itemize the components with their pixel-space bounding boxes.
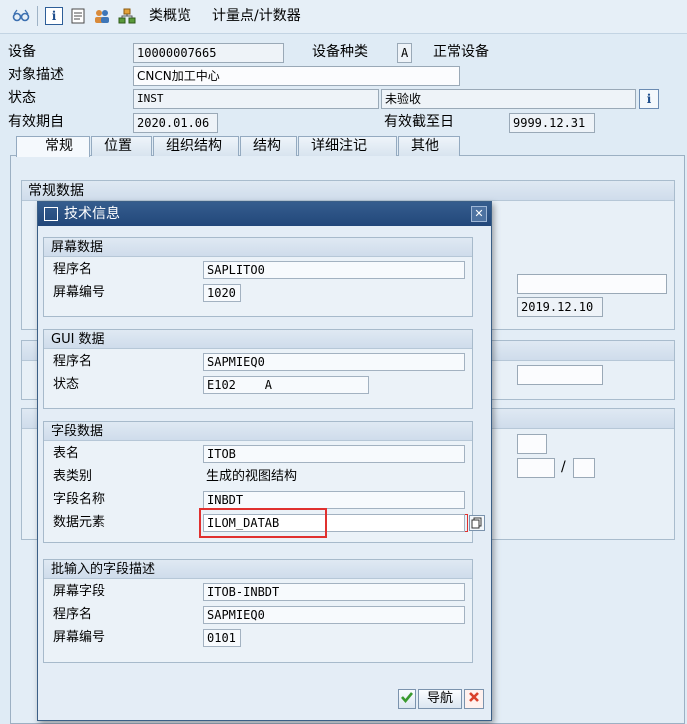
ok-button[interactable] bbox=[398, 689, 416, 709]
bg-date-field[interactable]: 2019.12.10 bbox=[517, 297, 603, 317]
bg-field-1[interactable] bbox=[517, 274, 667, 294]
screen-data-title: 屏幕数据 bbox=[44, 238, 472, 257]
valid-from-field[interactable]: 2020.01.06 bbox=[133, 113, 218, 133]
valid-from-label: 有效期自 bbox=[8, 114, 64, 130]
tab-general[interactable]: 常规 bbox=[16, 136, 90, 157]
description-label: 对象描述 bbox=[8, 67, 64, 83]
close-icon[interactable]: ✕ bbox=[471, 206, 487, 222]
navigate-label: 导航 bbox=[426, 691, 453, 706]
table-name-field[interactable]: ITOB bbox=[203, 445, 465, 463]
dialog-window-icon bbox=[44, 207, 58, 221]
dialog-title-bar[interactable]: 技术信息 ✕ bbox=[38, 202, 491, 226]
status-text-field[interactable]: 未验收 bbox=[381, 89, 636, 109]
screen-program-field[interactable]: SAPLITO0 bbox=[203, 261, 465, 279]
screen-number-label: 屏幕编号 bbox=[53, 285, 106, 300]
category-field[interactable]: A bbox=[397, 43, 412, 63]
description-field[interactable]: CNCN加工中心 bbox=[133, 66, 460, 86]
gui-program-field[interactable]: SAPMIEQ0 bbox=[203, 353, 465, 371]
technical-info-dialog: 技术信息 ✕ 屏幕数据 程序名 SAPLITO0 屏幕编号 1020 GUI 数… bbox=[37, 201, 492, 721]
field-data-group: 字段数据 表名 ITOB 表类别 生成的视图结构 字段名称 INBDT 数据元素… bbox=[43, 421, 485, 543]
gui-program-label: 程序名 bbox=[53, 354, 93, 369]
navigate-button[interactable]: 导航 bbox=[418, 689, 462, 709]
bg-field-2[interactable] bbox=[517, 365, 603, 385]
gui-data-group: GUI 数据 程序名 SAPMIEQ0 状态 E102 A bbox=[43, 329, 473, 409]
status-label: 状态 bbox=[8, 90, 36, 106]
table-name-label: 表名 bbox=[53, 446, 80, 461]
tab-other[interactable]: 其他 bbox=[398, 136, 460, 156]
valid-to-field[interactable]: 9999.12.31 bbox=[509, 113, 595, 133]
highlight-box bbox=[199, 508, 327, 538]
bg-slash: / bbox=[561, 459, 566, 475]
bg-field-3[interactable] bbox=[517, 434, 547, 454]
copy-icon[interactable] bbox=[469, 515, 485, 531]
category-label: 设备种类 bbox=[312, 44, 368, 60]
application-toolbar: i 类概览 计量点/计数器 bbox=[0, 0, 687, 34]
screen-number-field[interactable]: 1020 bbox=[203, 284, 241, 302]
tab-location[interactable]: 位置 bbox=[91, 136, 152, 156]
gui-status-field[interactable]: E102 A bbox=[203, 376, 369, 394]
users-icon[interactable] bbox=[93, 7, 111, 25]
document-icon[interactable] bbox=[69, 7, 87, 25]
screen-program-label: 程序名 bbox=[53, 262, 93, 277]
batch-input-title: 批输入的字段描述 bbox=[44, 560, 472, 579]
cancel-icon bbox=[469, 692, 479, 702]
batch-program-label: 程序名 bbox=[53, 607, 93, 622]
bg-field-4[interactable] bbox=[517, 458, 555, 478]
field-name-field[interactable]: INBDT bbox=[203, 491, 465, 509]
screen-data-group: 屏幕数据 程序名 SAPLITO0 屏幕编号 1020 bbox=[43, 237, 473, 317]
equipment-field[interactable]: 10000007665 bbox=[133, 43, 284, 63]
table-type-value: 生成的视图结构 bbox=[206, 469, 298, 484]
table-type-label: 表类别 bbox=[53, 469, 93, 484]
status-info-button[interactable]: i bbox=[639, 89, 659, 109]
tab-detail-notes[interactable]: 详细注记 bbox=[298, 136, 397, 156]
equipment-label: 设备 bbox=[8, 44, 36, 60]
field-data-title: 字段数据 bbox=[44, 422, 472, 441]
hierarchy-icon[interactable] bbox=[118, 7, 136, 25]
status-field[interactable]: INST bbox=[133, 89, 379, 109]
data-element-label: 数据元素 bbox=[53, 515, 106, 530]
class-overview-button[interactable]: 类概览 bbox=[149, 6, 191, 26]
batch-screen-field[interactable]: 0101 bbox=[203, 629, 241, 647]
batch-program-field[interactable]: SAPMIEQ0 bbox=[203, 606, 465, 624]
screen-field-field[interactable]: ITOB-INBDT bbox=[203, 583, 465, 601]
gui-data-title: GUI 数据 bbox=[44, 330, 472, 349]
general-data-title: 常规数据 bbox=[22, 181, 674, 201]
screen-field-label: 屏幕字段 bbox=[53, 584, 106, 599]
gui-status-label: 状态 bbox=[53, 377, 80, 392]
category-text: 正常设备 bbox=[433, 44, 489, 60]
batch-screen-label: 屏幕编号 bbox=[53, 630, 106, 645]
tab-structure[interactable]: 结构 bbox=[240, 136, 297, 156]
valid-to-label: 有效截至日 bbox=[384, 114, 454, 130]
field-focus-bracket bbox=[465, 514, 468, 532]
batch-input-group: 批输入的字段描述 屏幕字段 ITOB-INBDT 程序名 SAPMIEQ0 屏幕… bbox=[43, 559, 473, 663]
bg-field-5[interactable] bbox=[573, 458, 595, 478]
cancel-button[interactable] bbox=[464, 689, 484, 709]
field-name-label: 字段名称 bbox=[53, 492, 106, 507]
checkmark-icon bbox=[401, 692, 414, 704]
glasses-icon[interactable] bbox=[12, 7, 30, 25]
info-icon: i bbox=[646, 92, 652, 106]
info-icon[interactable]: i bbox=[45, 7, 63, 25]
measuring-points-button[interactable]: 计量点/计数器 bbox=[212, 6, 301, 26]
dialog-title: 技术信息 bbox=[64, 206, 120, 222]
tab-organization[interactable]: 组织结构 bbox=[153, 136, 239, 156]
